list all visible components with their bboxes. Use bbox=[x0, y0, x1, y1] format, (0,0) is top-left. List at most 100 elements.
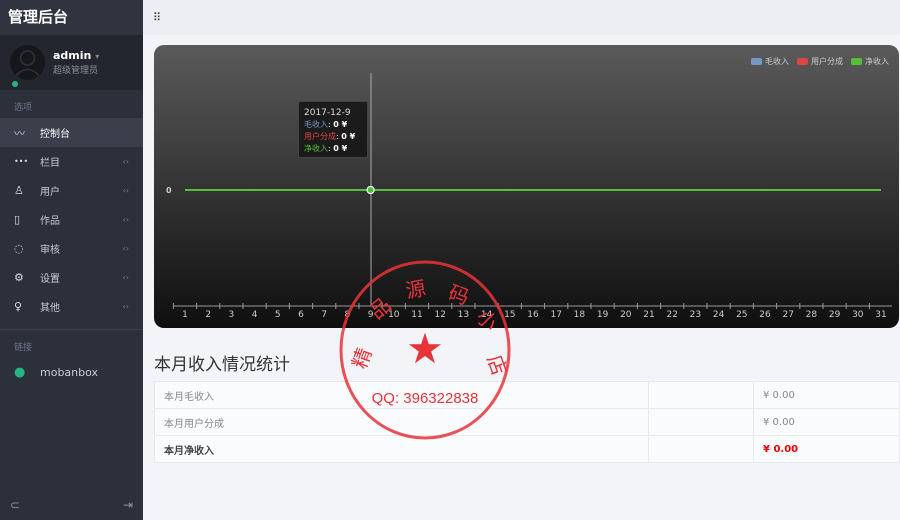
sidebar-item-3[interactable]: ▯ 作品 ‹› bbox=[0, 205, 143, 234]
svg-text:★: ★ bbox=[406, 324, 444, 373]
tooltip-label: 毛收入 bbox=[304, 120, 328, 129]
logout-icon[interactable]: ⇥ bbox=[123, 498, 133, 512]
chart-line-icon: 〰 bbox=[14, 126, 25, 140]
lightbulb-icon: ♀ bbox=[14, 300, 23, 313]
x-tick-label: 30 bbox=[852, 310, 864, 320]
x-tick-label: 21 bbox=[643, 310, 654, 320]
sidebar-item-5[interactable]: ⚙ 设置 ‹› bbox=[0, 263, 143, 292]
sidebar-item-2[interactable]: ♙ 用户 ‹› bbox=[0, 176, 143, 205]
expand-arrow-icon: ‹› bbox=[122, 186, 129, 195]
tooltip-label: 用户分成 bbox=[304, 132, 336, 141]
avatar[interactable] bbox=[10, 45, 45, 80]
sidebar-item-6[interactable]: ♀ 其他 ‹› bbox=[0, 292, 143, 321]
x-tick-label: 24 bbox=[713, 310, 725, 320]
expand-arrow-icon: ‹› bbox=[122, 157, 129, 166]
x-tick-label: 15 bbox=[504, 310, 515, 320]
x-tick-label: 29 bbox=[829, 310, 841, 320]
y-tick-label: 0 bbox=[166, 186, 172, 195]
row-label: 本月用户分成 bbox=[154, 408, 649, 436]
online-status-dot bbox=[12, 81, 18, 87]
sidebar-item-1[interactable]: ••• 栏目 ‹› bbox=[0, 147, 143, 176]
link-label: mobanbox bbox=[40, 366, 99, 379]
x-tick-label: 28 bbox=[806, 310, 818, 320]
section-label-links: 链接 bbox=[14, 343, 33, 353]
dot-icon: ● bbox=[14, 365, 26, 380]
sidebar: 管理后台 admin ▾ 超级管理员 选项 〰 控制台 ••• 栏目 ‹› ♙ 用户 ‹› ▯ 作… bbox=[0, 0, 143, 520]
x-tick-label: 20 bbox=[620, 310, 632, 320]
x-tick-label: 19 bbox=[597, 310, 609, 320]
x-tick-label: 8 bbox=[345, 310, 351, 320]
tooltip-value: 0 ¥ bbox=[333, 144, 348, 153]
tooltip-row: 净收入: 0 ¥ bbox=[304, 144, 348, 153]
tooltip-row: 毛收入: 0 ¥ bbox=[304, 120, 348, 129]
summary-table: 本月毛收入 ¥ 0.00 本月用户分成 ¥ 0.00 本月净收入 ¥ 0.00 bbox=[154, 381, 900, 463]
chart-tooltip: 2017-12-9 毛收入: 0 ¥ 用户分成: 0 ¥ 净收入: 0 ¥ bbox=[298, 101, 368, 158]
x-tick-label: 5 bbox=[275, 310, 281, 320]
sidebar-item-label: 作品 bbox=[40, 216, 60, 227]
sidebar-item-label: 设置 bbox=[40, 274, 60, 285]
x-tick-label: 25 bbox=[736, 310, 747, 320]
sidebar-link-mobanbox[interactable]: ● mobanbox bbox=[0, 358, 143, 387]
gear-icon: ⚙ bbox=[14, 271, 24, 284]
x-tick-label: 12 bbox=[434, 310, 445, 320]
x-tick-label: 23 bbox=[690, 310, 701, 320]
x-tick-label: 27 bbox=[782, 310, 793, 320]
x-tick-label: 6 bbox=[298, 310, 304, 320]
sidebar-item-label: 栏目 bbox=[40, 158, 60, 169]
x-tick-label: 17 bbox=[550, 310, 561, 320]
tooltip-date: 2017-12-9 bbox=[304, 108, 351, 118]
sidebar-item-label: 审核 bbox=[40, 245, 60, 256]
table-row: 本月用户分成 ¥ 0.00 bbox=[154, 408, 900, 436]
tooltip-row: 用户分成: 0 ¥ bbox=[304, 132, 356, 141]
row-empty bbox=[648, 408, 754, 436]
x-tick-label: 13 bbox=[458, 310, 469, 320]
row-empty bbox=[648, 435, 754, 463]
expand-arrow-icon: ‹› bbox=[122, 244, 129, 253]
row-empty bbox=[648, 381, 754, 409]
data-point[interactable] bbox=[366, 186, 375, 194]
tooltip-value: 0 ¥ bbox=[341, 132, 356, 141]
top-bar: ⠿ bbox=[143, 0, 900, 35]
user-role: 超级管理员 bbox=[53, 66, 99, 76]
income-chart: 毛收入 用户分成 净收入 1 2 3 4 5 6 7 8 9 10 11 12 13 14 15 16 17 18 19… bbox=[154, 45, 899, 328]
tooltip-label: 净收入 bbox=[304, 144, 328, 153]
sidebar-item-0[interactable]: 〰 控制台 bbox=[0, 118, 143, 147]
collapse-sidebar-icon[interactable]: ⊂ bbox=[10, 498, 20, 512]
x-tick-label: 16 bbox=[527, 310, 539, 320]
sidebar-item-4[interactable]: ◌ 审核 ‹› bbox=[0, 234, 143, 263]
sidebar-item-label: 用户 bbox=[40, 187, 60, 198]
x-tick-label: 22 bbox=[666, 310, 677, 320]
x-tick-label: 3 bbox=[229, 310, 235, 320]
row-value: ¥ 0.00 bbox=[753, 381, 900, 409]
x-tick-label: 14 bbox=[481, 310, 493, 320]
user-icon: ♙ bbox=[14, 184, 24, 197]
table-row: 本月毛收入 ¥ 0.00 bbox=[154, 381, 900, 409]
tooltip-value: 0 ¥ bbox=[333, 120, 348, 129]
works-icon: ▯ bbox=[14, 213, 21, 226]
x-tick-label: 7 bbox=[321, 310, 327, 320]
x-tick-label: 1 bbox=[182, 310, 188, 320]
x-tick-label: 18 bbox=[574, 310, 586, 320]
loading-circle-icon: ◌ bbox=[14, 242, 24, 255]
x-tick-label: 2 bbox=[205, 310, 211, 320]
table-row: 本月净收入 ¥ 0.00 bbox=[154, 435, 900, 463]
x-tick-label: 4 bbox=[252, 310, 258, 320]
expand-arrow-icon: ‹› bbox=[122, 273, 129, 282]
user-menu[interactable]: admin ▾ bbox=[53, 49, 99, 62]
apps-grid-icon[interactable]: ⠿ bbox=[153, 11, 161, 24]
svg-text:精: 精 bbox=[347, 345, 376, 372]
user-panel: admin ▾ 超级管理员 bbox=[0, 35, 143, 90]
expand-arrow-icon: ‹› bbox=[122, 302, 129, 311]
user-name: admin bbox=[53, 49, 92, 62]
x-tick-label: 26 bbox=[759, 310, 771, 320]
x-tick-label: 31 bbox=[875, 310, 886, 320]
row-label: 本月毛收入 bbox=[154, 381, 649, 409]
app-title: 管理后台 bbox=[0, 0, 143, 35]
expand-arrow-icon: ‹› bbox=[122, 215, 129, 224]
sidebar-item-label: 控制台 bbox=[40, 129, 70, 140]
caret-down-icon: ▾ bbox=[95, 52, 100, 61]
sidebar-item-label: 其他 bbox=[40, 303, 60, 314]
more-dots-icon: ••• bbox=[14, 157, 29, 166]
x-tick-label: 11 bbox=[411, 310, 422, 320]
svg-text:店: 店 bbox=[482, 352, 511, 379]
